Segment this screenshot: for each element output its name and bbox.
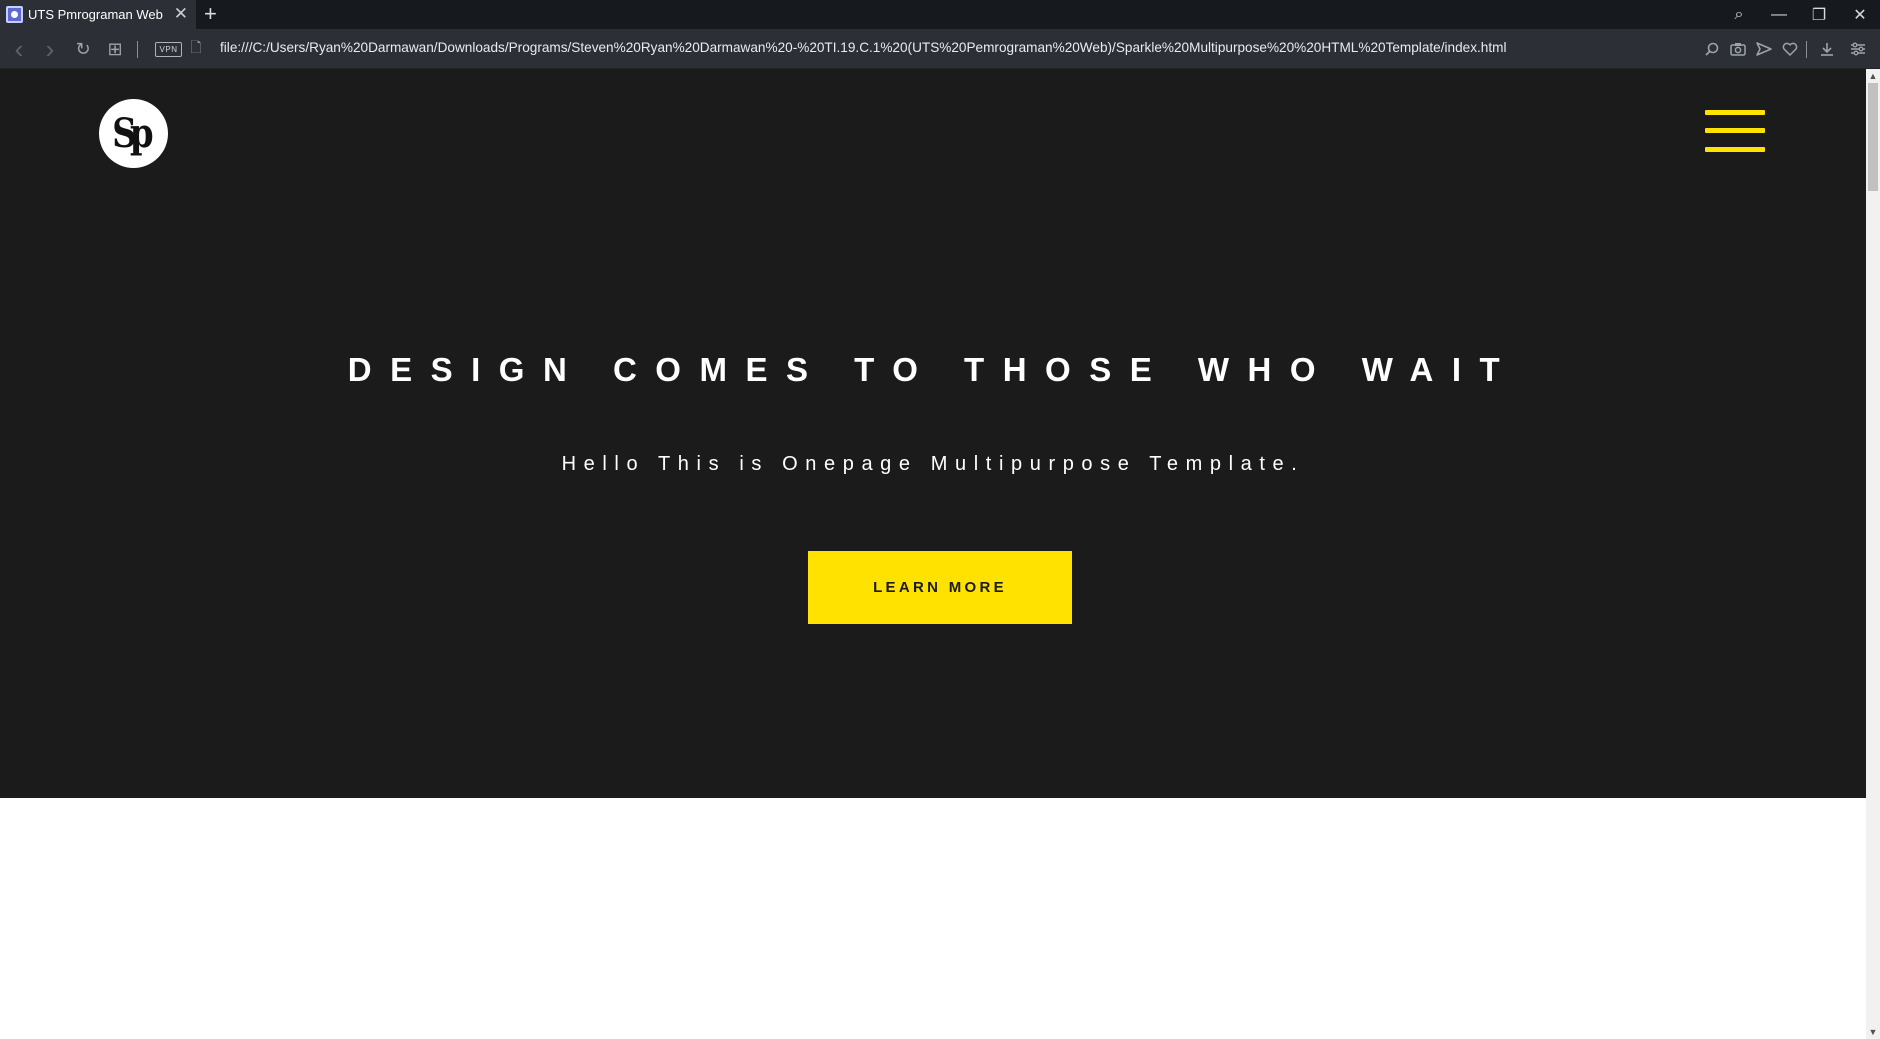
toolbar-divider — [137, 41, 138, 58]
reload-icon[interactable]: ↻ — [70, 29, 96, 69]
heart-icon[interactable] — [1778, 29, 1802, 69]
scroll-up-icon[interactable]: ▲ — [1866, 69, 1880, 83]
back-icon[interactable]: ‹ — [6, 29, 32, 69]
site-logo[interactable]: Sp — [99, 99, 168, 168]
learn-more-button[interactable]: LEARN MORE — [808, 551, 1072, 624]
hamburger-menu-icon[interactable] — [1705, 110, 1765, 154]
hamburger-line — [1705, 128, 1765, 133]
page-info-icon[interactable]: 🗋 — [186, 29, 206, 69]
hero-section: Sp DESIGN COMES TO THOSE WHO WAIT Hello … — [0, 69, 1866, 798]
hamburger-line — [1705, 147, 1765, 152]
easy-setup-icon[interactable] — [1846, 29, 1870, 69]
address-bar[interactable]: file:///C:/Users/Ryan%20Darmawan/Downloa… — [220, 40, 1506, 55]
restore-window-button[interactable]: ❐ — [1799, 0, 1839, 29]
tab-close-icon[interactable]: ✕ — [174, 4, 188, 24]
send-icon[interactable] — [1752, 29, 1776, 69]
browser-toolbar: ‹ › ↻ ⊞ VPN 🗋 file:///C:/Users/Ryan%20Da… — [0, 29, 1880, 69]
vpn-badge[interactable]: VPN — [155, 42, 182, 57]
camera-icon[interactable] — [1726, 29, 1750, 69]
scroll-down-icon[interactable]: ▼ — [1866, 1025, 1880, 1039]
page-viewport: Sp DESIGN COMES TO THOSE WHO WAIT Hello … — [0, 69, 1866, 1039]
hamburger-line — [1705, 110, 1765, 115]
minimize-window-button[interactable]: — — [1759, 0, 1799, 29]
hero-title: DESIGN COMES TO THOSE WHO WAIT — [347, 351, 1519, 388]
tab-grid-icon[interactable]: ⊞ — [102, 29, 128, 69]
search-tabs-icon[interactable]: ⌕ — [1719, 0, 1759, 29]
download-icon[interactable] — [1815, 29, 1839, 69]
hero-subtitle: Hello This is Onepage Multipurpose Templ… — [561, 453, 1305, 475]
logo-monogram: Sp — [112, 109, 154, 157]
page-favicon-icon — [6, 6, 23, 23]
zoom-icon[interactable] — [1700, 29, 1724, 69]
toolbar-divider-right — [1806, 41, 1807, 58]
close-window-button[interactable]: ✕ — [1840, 0, 1880, 29]
scrollbar-thumb[interactable] — [1868, 83, 1878, 191]
browser-tab[interactable]: UTS Pmrograman Web ✕ — [0, 0, 196, 29]
page-scrollbar[interactable]: ▲ ▼ — [1866, 69, 1880, 1039]
tab-title: UTS Pmrograman Web — [28, 7, 163, 22]
forward-icon[interactable]: › — [37, 29, 63, 69]
browser-tab-bar: UTS Pmrograman Web ✕ + ⌕ — ❐ ✕ — [0, 0, 1880, 29]
new-tab-button[interactable]: + — [204, 2, 217, 26]
